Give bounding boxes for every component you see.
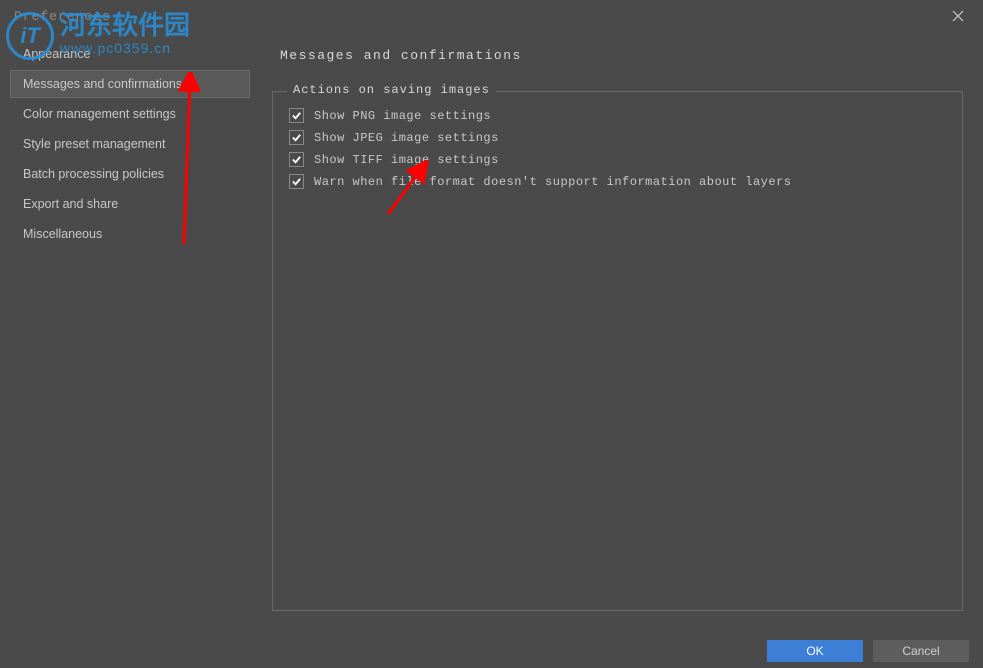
checkbox-show-tiff[interactable]: [289, 152, 304, 167]
checkbox-label: Show PNG image settings: [314, 109, 491, 123]
sidebar-item-label: Color management settings: [23, 107, 176, 121]
checkbox-row-warn-layers: Warn when file format doesn't support in…: [289, 172, 946, 189]
sidebar-item-color-management[interactable]: Color management settings: [10, 100, 250, 128]
sidebar-item-label: Appearance: [23, 47, 90, 61]
check-icon: [291, 154, 302, 165]
checkbox-warn-layers[interactable]: [289, 174, 304, 189]
check-icon: [291, 132, 302, 143]
checkbox-label: Show JPEG image settings: [314, 131, 499, 145]
fieldset-actions-saving: Actions on saving images Show PNG image …: [272, 91, 963, 611]
main-container: Appearance Messages and confirmations Co…: [0, 32, 983, 634]
checkbox-show-png[interactable]: [289, 108, 304, 123]
ok-button[interactable]: OK: [767, 640, 863, 662]
checkbox-row-jpeg: Show JPEG image settings: [289, 128, 946, 145]
checkbox-row-png: Show PNG image settings: [289, 106, 946, 123]
fieldset-legend: Actions on saving images: [287, 83, 496, 97]
sidebar-item-label: Miscellaneous: [23, 227, 102, 241]
titlebar: Preferences: [0, 0, 983, 32]
sidebar-item-export-share[interactable]: Export and share: [10, 190, 250, 218]
sidebar-item-label: Batch processing policies: [23, 167, 164, 181]
sidebar-item-batch-processing[interactable]: Batch processing policies: [10, 160, 250, 188]
cancel-button[interactable]: Cancel: [873, 640, 969, 662]
check-icon: [291, 110, 302, 121]
content-heading: Messages and confirmations: [272, 48, 963, 63]
close-icon: [952, 10, 964, 22]
sidebar: Appearance Messages and confirmations Co…: [0, 32, 260, 634]
content-area: Messages and confirmations Actions on sa…: [260, 32, 983, 634]
checkbox-label: Warn when file format doesn't support in…: [314, 175, 791, 189]
sidebar-item-label: Messages and confirmations: [23, 77, 182, 91]
window-title: Preferences: [14, 9, 111, 24]
sidebar-item-style-preset[interactable]: Style preset management: [10, 130, 250, 158]
close-button[interactable]: [939, 2, 977, 30]
footer: OK Cancel: [0, 634, 983, 668]
sidebar-item-miscellaneous[interactable]: Miscellaneous: [10, 220, 250, 248]
sidebar-item-appearance[interactable]: Appearance: [10, 40, 250, 68]
checkbox-show-jpeg[interactable]: [289, 130, 304, 145]
checkbox-label: Show TIFF image settings: [314, 153, 499, 167]
sidebar-item-label: Style preset management: [23, 137, 165, 151]
check-icon: [291, 176, 302, 187]
sidebar-item-label: Export and share: [23, 197, 118, 211]
checkbox-row-tiff: Show TIFF image settings: [289, 150, 946, 167]
sidebar-item-messages-confirmations[interactable]: Messages and confirmations: [10, 70, 250, 98]
